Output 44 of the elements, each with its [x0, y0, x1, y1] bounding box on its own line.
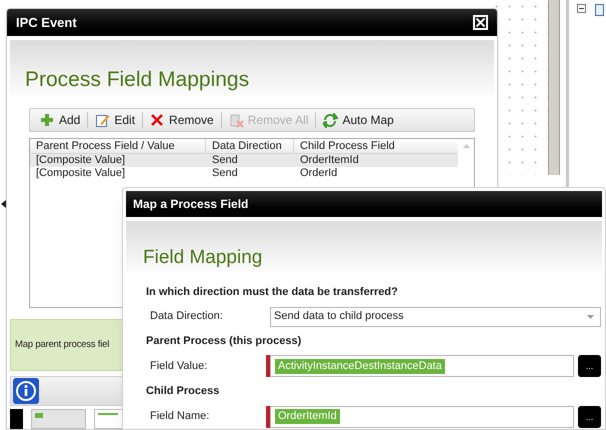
- close-icon: [150, 112, 166, 128]
- table-cell-text: [Composite Value]: [35, 167, 126, 180]
- field-label: Data Direction:: [149, 309, 224, 324]
- field-token: OrderItemId: [275, 409, 340, 424]
- thumbnail[interactable]: [31, 409, 86, 429]
- table-cell-text: OrderItemId: [299, 154, 360, 167]
- field-label: Field Value:: [149, 358, 208, 374]
- table-cell-text: [Composite Value]: [35, 154, 126, 167]
- toolbar-button[interactable]: Auto Map: [321, 111, 396, 129]
- info-icon[interactable]: [13, 378, 39, 404]
- group-label: Parent Process (this process): [146, 334, 302, 348]
- direction-dropdown[interactable]: Send data to child process: [270, 306, 601, 326]
- table-cell-text: OrderId: [299, 167, 338, 180]
- dropdown-arrow-icon[interactable]: [587, 314, 594, 318]
- group-label: Child Process: [146, 384, 220, 399]
- refresh-icon: [323, 112, 338, 128]
- column-header[interactable]: Parent Process Field / Value: [30, 139, 206, 153]
- trash-icon: [228, 112, 244, 128]
- browse-button[interactable]: ...: [578, 355, 601, 377]
- table-row[interactable]: [Composite Value] Send OrderItemId: [30, 154, 458, 167]
- table-cell-text: Send: [211, 167, 239, 180]
- table-cell-text: Send: [211, 154, 239, 167]
- document-icon: [595, 4, 604, 16]
- column-header[interactable]: Data Direction: [206, 139, 294, 153]
- field-token: ActivityInstanceDestInstanceData: [275, 358, 445, 374]
- info-text: Map parent process fiel: [15, 338, 110, 352]
- section-heading: Field Mapping: [143, 246, 262, 270]
- scroll-up-icon[interactable]: [463, 144, 470, 148]
- window-title: IPC Event: [16, 14, 77, 32]
- toolbar-button[interactable]: Edit: [93, 111, 138, 129]
- toolbar-button[interactable]: Remove: [148, 111, 216, 129]
- pencil-note-icon: [95, 112, 110, 128]
- section-heading: Process Field Mappings: [25, 66, 250, 92]
- tree-node-icon[interactable]: [577, 4, 587, 14]
- window-title: Map a Process Field: [133, 196, 248, 213]
- column-header[interactable]: Child Process Field: [294, 139, 458, 153]
- close-icon[interactable]: [473, 15, 488, 30]
- toolbar-button[interactable]: Add: [38, 111, 82, 129]
- plus-icon: [40, 112, 55, 128]
- question-label: In which direction must the data be transferred?: [146, 285, 399, 300]
- scrollbar[interactable]: [548, 0, 560, 175]
- browse-button[interactable]: ...: [578, 406, 601, 428]
- collapse-arrow-icon[interactable]: [1, 200, 6, 208]
- field-label: Field Name:: [149, 409, 210, 424]
